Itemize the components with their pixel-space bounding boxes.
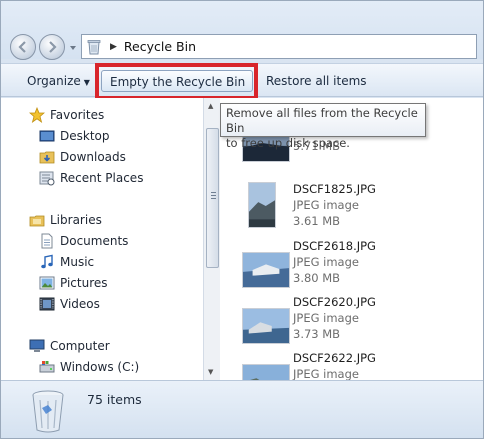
nav-desktop-label: Desktop: [60, 129, 110, 143]
forward-arrow-icon: [49, 41, 57, 53]
hard-drive-icon: [39, 361, 55, 373]
breadcrumb-separator-icon[interactable]: ▶: [110, 42, 117, 52]
nav-videos-label: Videos: [60, 297, 100, 311]
nav-recent-places-label: Recent Places: [60, 171, 144, 185]
nav-windows-c-label: Windows (C:): [60, 360, 140, 374]
address-bar[interactable]: ▶ Recycle Bin: [81, 34, 477, 59]
nav-computer[interactable]: Computer: [1, 336, 110, 356]
explorer-window: ▶ Recycle Bin Organize ▼ Empty the Recycl…: [0, 0, 484, 439]
back-button[interactable]: [10, 34, 36, 60]
computer-icon: [29, 339, 45, 352]
details-pane: 75 items: [1, 380, 483, 438]
nav-downloads-label: Downloads: [60, 150, 126, 164]
organize-label: Organize: [27, 74, 81, 88]
chevron-down-icon: ▼: [83, 78, 90, 87]
nav-libraries-label: Libraries: [50, 213, 102, 227]
nav-downloads[interactable]: Downloads: [1, 147, 126, 167]
thumbnail: [242, 252, 290, 288]
nav-libraries[interactable]: Libraries: [1, 210, 102, 230]
music-note-icon: [41, 254, 53, 269]
scrollbar-thumb[interactable]: [206, 128, 219, 268]
videos-icon: [39, 297, 55, 311]
recent-pages-dropdown[interactable]: [68, 43, 78, 53]
file-type: JPEG image: [293, 255, 359, 269]
file-size: 3.80 MB: [293, 271, 341, 285]
libraries-icon: [29, 215, 45, 227]
file-name: DSCF2620.JPG: [293, 295, 376, 309]
scroll-up-icon[interactable]: ▲: [208, 102, 213, 110]
file-type: JPEG image: [293, 198, 359, 212]
downloads-folder-icon: [39, 151, 55, 164]
list-item[interactable]: DSCF1825.JPG JPEG image 3.61 MB: [240, 181, 480, 237]
recycle-bin-icon: [32, 390, 64, 433]
file-name: DSCF1825.JPG: [293, 182, 376, 196]
thumbnail: [248, 182, 276, 228]
list-item[interactable]: DSCF2620.JPG JPEG image 3.73 MB: [240, 294, 480, 350]
highlight-annotation: [95, 63, 258, 100]
nav-pictures-label: Pictures: [60, 276, 108, 290]
nav-documents-label: Documents: [60, 234, 129, 248]
organize-button[interactable]: Organize ▼: [19, 70, 98, 92]
forward-button[interactable]: [39, 34, 65, 60]
list-item[interactable]: DSCF2618.JPG JPEG image 3.80 MB: [240, 238, 480, 294]
nav-recent-places[interactable]: Recent Places: [1, 168, 143, 188]
nav-music[interactable]: Music: [1, 252, 94, 272]
desktop-icon: [39, 130, 55, 142]
nav-favorites-label: Favorites: [50, 108, 105, 122]
thumbnail: [242, 364, 290, 380]
file-name: DSCF2622.JPG: [293, 351, 376, 365]
list-item[interactable]: DSCF2622.JPG JPEG image: [240, 350, 480, 380]
recent-places-icon: [39, 171, 55, 186]
item-count: 75 items: [87, 392, 142, 407]
thumbnail: [242, 308, 290, 344]
nav-pictures[interactable]: Pictures: [1, 273, 108, 293]
nav-windows-c[interactable]: Windows (C:): [1, 357, 139, 377]
tooltip-line-2: to free up disk space.: [226, 136, 350, 150]
tooltip-line-1: Remove all files from the Recycle Bin: [226, 106, 418, 135]
file-type: JPEG image: [293, 311, 359, 325]
star-icon: [29, 107, 45, 123]
empty-bin-tooltip: Remove all files from the Recycle Bin to…: [220, 103, 426, 150]
back-arrow-icon: [18, 41, 26, 53]
nav-music-label: Music: [60, 255, 95, 269]
recycle-bin-icon: [87, 39, 101, 54]
nav-videos[interactable]: Videos: [1, 294, 100, 314]
address-row: ▶ Recycle Bin: [1, 1, 483, 60]
nav-documents[interactable]: Documents: [1, 231, 128, 251]
file-size: 3.61 MB: [293, 214, 341, 228]
nav-favorites[interactable]: Favorites: [1, 105, 104, 125]
nav-computer-label: Computer: [50, 339, 110, 353]
scroll-down-icon[interactable]: ▼: [208, 368, 213, 376]
documents-icon: [41, 233, 53, 249]
nav-pane-scrollbar[interactable]: ▲ ▼: [203, 98, 220, 380]
pictures-icon: [39, 276, 55, 290]
file-type: JPEG image: [293, 367, 359, 380]
nav-desktop[interactable]: Desktop: [1, 126, 110, 146]
restore-all-items-button[interactable]: Restore all items: [258, 70, 375, 92]
file-size: 3.73 MB: [293, 327, 341, 341]
navigation-pane: Favorites Desktop Downloads Recent Place…: [1, 98, 203, 380]
breadcrumb-recycle-bin[interactable]: Recycle Bin: [124, 39, 196, 54]
file-name: DSCF2618.JPG: [293, 239, 376, 253]
